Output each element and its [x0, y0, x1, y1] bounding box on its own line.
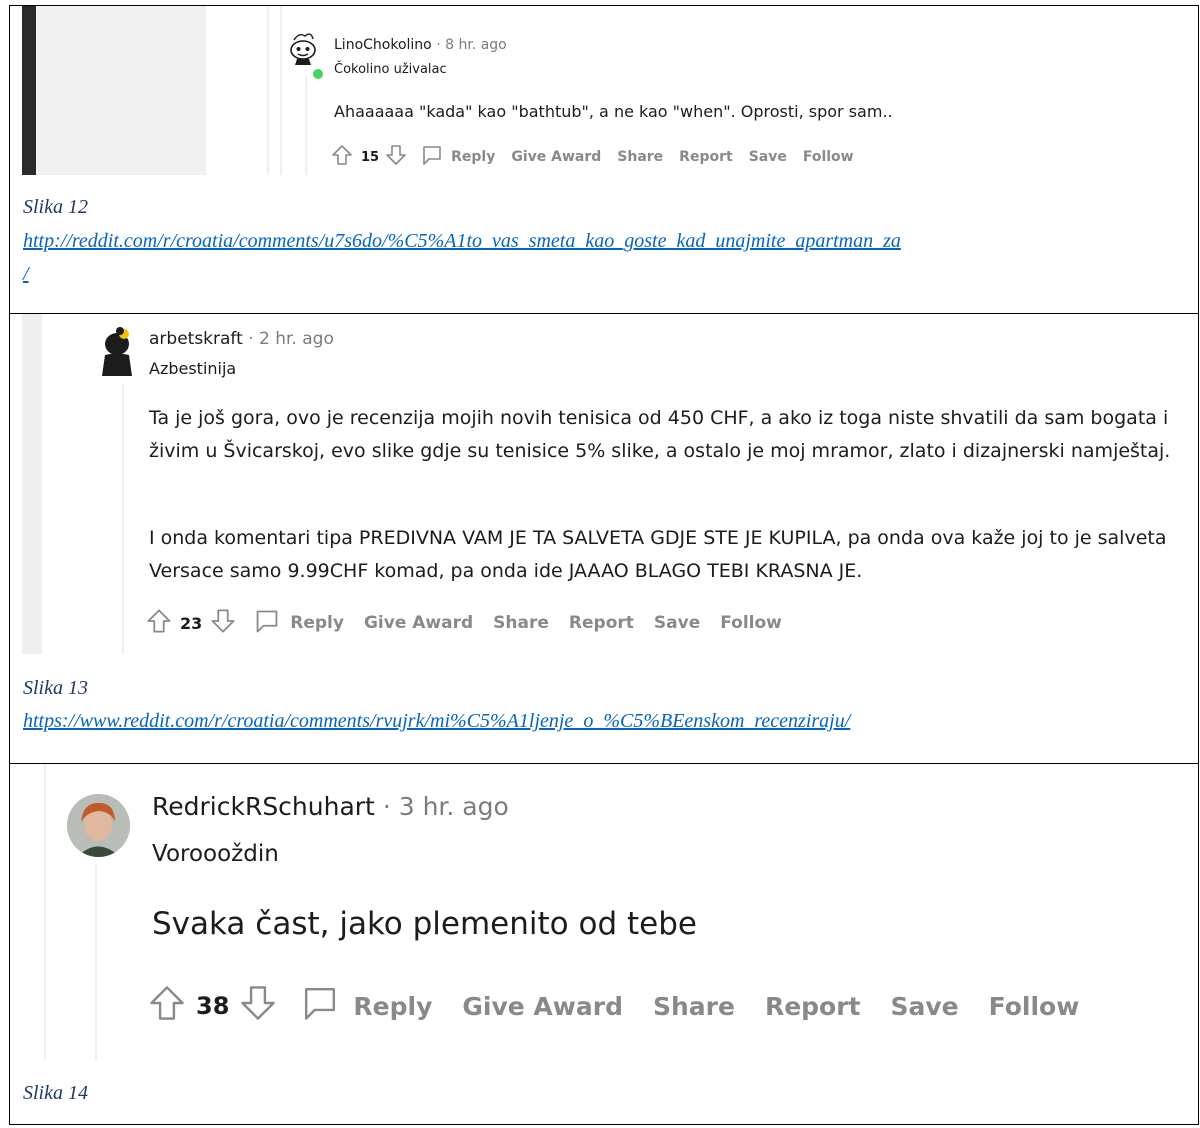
give-award-button[interactable]: Give Award [462, 992, 623, 1021]
save-button[interactable]: Save [891, 992, 959, 1021]
figure-caption: Slika 14 [23, 1082, 88, 1104]
save-button[interactable]: Save [654, 613, 700, 633]
figure-caption: Slika 13 [23, 677, 88, 699]
comment-screenshot-3: RedrickRSchuhart · 3 hr. ago Voroooždin … [22, 764, 1198, 1060]
user-flair: Čokolino uživalac [334, 62, 447, 77]
thread-line [280, 6, 282, 175]
thread-line [122, 384, 124, 654]
timestamp[interactable]: · 2 hr. ago [248, 329, 334, 349]
comment-text: Ahaaaaaa "kada" kao "bathtub", a ne kao … [334, 102, 892, 121]
source-link-continued[interactable]: / [23, 263, 29, 286]
thread-line [267, 6, 269, 175]
reply-button[interactable]: Reply [353, 992, 432, 1021]
source-link[interactable]: http://reddit.com/r/croatia/comments/u7s… [23, 230, 901, 253]
vote-count: 38 [196, 992, 230, 1020]
comment-screenshot-1: LinoChokolino · 8 hr. ago Čokolino uživa… [22, 6, 892, 175]
report-button[interactable]: Report [679, 149, 733, 165]
user-flair: Voroooždin [152, 841, 279, 867]
timestamp[interactable]: · 8 hr. ago [436, 37, 507, 53]
reply-button[interactable]: Reply [451, 149, 495, 165]
comment-header: LinoChokolino · 8 hr. ago [334, 37, 507, 53]
thread-line [95, 864, 97, 1060]
comment-actions: 23 Reply Give Award Share Report Save Fo… [146, 608, 782, 639]
vote-count: 15 [361, 149, 380, 165]
thread-line [305, 76, 307, 175]
comment-actions: 15 Reply Give Award Share Report Save Fo… [331, 145, 854, 169]
comment-header: arbetskraft · 2 hr. ago [149, 329, 334, 349]
share-button[interactable]: Share [653, 992, 735, 1021]
downvote-icon[interactable] [385, 144, 407, 170]
comment-paragraph: I onda komentari tipa PREDIVNA VAM JE TA… [149, 527, 1167, 582]
comment-paragraph: Ta je još gora, ovo je recenzija mojih n… [149, 407, 1171, 462]
comment-icon[interactable] [421, 144, 443, 170]
timestamp[interactable]: · 3 hr. ago [383, 792, 509, 821]
comment-screenshot-2: arbetskraft · 2 hr. ago Azbestinija Ta j… [22, 314, 1198, 654]
share-button[interactable]: Share [617, 149, 663, 165]
follow-button[interactable]: Follow [720, 613, 782, 633]
user-flair: Azbestinija [149, 359, 237, 378]
follow-button[interactable]: Follow [803, 149, 854, 165]
snoo-avatar-icon[interactable] [285, 28, 323, 66]
downvote-icon[interactable] [239, 984, 277, 1028]
upvote-icon[interactable] [331, 144, 353, 170]
upvote-icon[interactable] [146, 608, 172, 639]
thread-line [22, 314, 42, 654]
give-award-button[interactable]: Give Award [364, 613, 473, 633]
share-button[interactable]: Share [493, 613, 549, 633]
source-link[interactable]: https://www.reddit.com/r/croatia/comment… [23, 710, 850, 733]
comment-text: Svaka čast, jako plemenito od tebe [152, 906, 697, 942]
comment-icon[interactable] [301, 984, 339, 1028]
give-award-button[interactable]: Give Award [511, 149, 601, 165]
reply-button[interactable]: Reply [290, 613, 344, 633]
thread-line [44, 764, 46, 1060]
online-status-dot [312, 68, 324, 80]
left-dark-bar [22, 6, 36, 175]
username[interactable]: arbetskraft [149, 329, 243, 349]
username[interactable]: LinoChokolino [334, 37, 432, 53]
figure-caption: Slika 12 [23, 196, 88, 218]
report-button[interactable]: Report [765, 992, 861, 1021]
comment-actions: 38 Reply Give Award Share Report Save Fo… [148, 984, 1079, 1028]
save-button[interactable]: Save [749, 149, 787, 165]
username[interactable]: RedrickRSchuhart [152, 792, 375, 821]
left-gray-panel [36, 6, 206, 175]
comment-header: RedrickRSchuhart · 3 hr. ago [152, 792, 509, 821]
user-avatar-icon[interactable] [92, 322, 142, 378]
comment-icon[interactable] [254, 608, 280, 639]
user-avatar-icon[interactable] [67, 794, 130, 857]
upvote-icon[interactable] [148, 984, 186, 1028]
report-button[interactable]: Report [569, 613, 634, 633]
downvote-icon[interactable] [210, 608, 236, 639]
follow-button[interactable]: Follow [989, 992, 1080, 1021]
vote-count: 23 [180, 613, 203, 633]
